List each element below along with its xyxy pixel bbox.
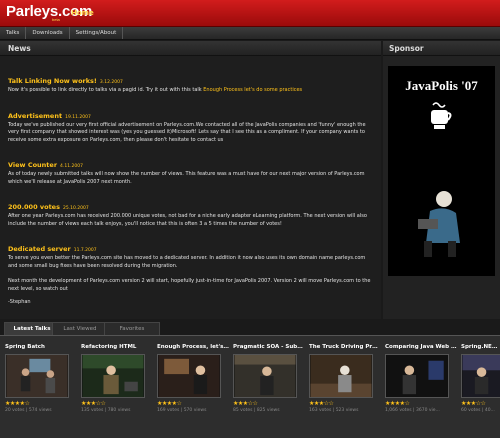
talk-card[interactable]: Refactoring HTML ★★★☆☆ 135 votes | 780 v… [81, 344, 153, 413]
talk-votes-views: 169 votes | 570 views [157, 408, 207, 413]
rating-stars: ★★★★☆ [5, 400, 30, 407]
sponsor-ad[interactable]: JavaPolis '07 [388, 66, 495, 276]
talk-votes-views: 85 votes | 825 views [233, 408, 280, 413]
home-link[interactable]: Home [71, 9, 94, 17]
talk-votes-views: 135 votes | 780 views [81, 408, 131, 413]
talk-title[interactable]: Comparing Java Web ... [385, 344, 457, 350]
talk-votes-views: 60 votes | 40... [461, 408, 495, 413]
news-item-title[interactable]: Talk Linking Now works! [8, 77, 97, 85]
talk-thumbnail[interactable] [385, 354, 449, 398]
talk-card[interactable]: Comparing Java Web ... ★★★★☆ 1,066 votes… [385, 344, 457, 413]
closing-text: Next month the development of Parleys.co… [8, 278, 371, 292]
signature: -Stephan [8, 299, 31, 305]
news-item-date: 4.11.2007 [60, 164, 83, 169]
talk-thumbnail[interactable] [233, 354, 297, 398]
news-item: View Counter 4.11.2007 As of today newly … [8, 152, 373, 186]
talks-strip: Spring Batch ★★★★☆ 20 votes | 574 views … [0, 335, 500, 438]
news-item-date: 19.11.2007 [65, 114, 91, 120]
talk-thumbnail[interactable] [157, 354, 221, 398]
tab-favorites[interactable]: Favorites [104, 322, 160, 335]
rating-stars: ★★★☆☆ [309, 400, 334, 407]
rating-stars: ★★★☆☆ [461, 400, 486, 407]
rating-stars: ★★★☆☆ [81, 400, 106, 407]
coffee-cup-icon [431, 102, 452, 129]
news-item-title[interactable]: 200.000 votes [8, 203, 60, 211]
beta-badge: beta [52, 17, 60, 22]
news-item-text: Now it's possible to link directly to ta… [8, 87, 303, 93]
sponsor-heading: Sponsor [383, 41, 500, 56]
news-heading: News [0, 41, 381, 56]
news-item-text: To serve you even better the Parleys.com… [8, 255, 366, 269]
talk-card[interactable]: Enough Process, let's d... ★★★★☆ 169 vot… [157, 344, 229, 413]
news-item-date: 3.12.2007 [99, 80, 123, 85]
news-closing: Next month the development of Parleys.co… [8, 278, 373, 307]
news-item: Advertisement 19.11.2007 Today we've publ… [8, 103, 373, 145]
top-bar: Parleys.com beta Home [0, 0, 500, 27]
talk-card[interactable]: Pragmatic SOA - Subst... ★★★☆☆ 85 votes … [233, 344, 305, 413]
news-item: 200.000 votes 25.10.2007 After one year P… [8, 194, 373, 228]
rating-stars: ★★★☆☆ [233, 400, 258, 407]
news-item-title[interactable]: Dedicated server [8, 245, 71, 253]
news-item-text: Today we've published our very first off… [8, 121, 366, 143]
talk-card[interactable]: The Truck Driving Pro... ★★★☆☆ 163 votes… [309, 344, 381, 413]
talk-thumbnail[interactable] [309, 354, 373, 398]
news-panel: News Talk Linking Now works! 3.12.2007 No… [0, 41, 381, 319]
speaker-photo [410, 181, 474, 261]
talk-title[interactable]: Spring.NET - ... [461, 344, 500, 350]
sponsor-ad-title: JavaPolis '07 [405, 78, 478, 93]
rating-stars: ★★★★☆ [157, 400, 182, 407]
talk-votes-views: 20 votes | 574 views [5, 408, 52, 413]
talk-link[interactable]: Enough Process let's do some practices [203, 87, 302, 93]
news-item-date: 25.10.2007 [62, 206, 89, 211]
nav-talks[interactable]: Talks [0, 27, 27, 39]
news-item-text: After one year Parleys.com has received … [8, 213, 367, 227]
talk-thumbnail[interactable] [461, 354, 500, 398]
talk-card[interactable]: Spring Batch ★★★★☆ 20 votes | 574 views [5, 344, 77, 413]
news-item-title[interactable]: Advertisement [8, 112, 62, 120]
news-body: Talk Linking Now works! 3.12.2007 Now it'… [0, 56, 381, 307]
talk-title[interactable]: The Truck Driving Pro... [309, 344, 381, 350]
news-item-text: As of today newly submitted talks will n… [8, 171, 365, 185]
talk-title[interactable]: Refactoring HTML [81, 344, 153, 350]
talk-title[interactable]: Pragmatic SOA - Subst... [233, 344, 305, 350]
nav-settings-about[interactable]: Settings/About [70, 27, 124, 39]
news-item: Talk Linking Now works! 3.12.2007 Now it'… [8, 68, 373, 95]
talk-thumbnail[interactable] [81, 354, 145, 398]
talk-votes-views: 1,066 votes | 3670 vie... [385, 408, 440, 413]
main-nav: Talks Downloads Settings/About [0, 27, 500, 40]
news-item: Dedicated server 11.7.2007 To serve you e… [8, 236, 373, 270]
tab-last-viewed[interactable]: Last Viewed [52, 322, 108, 335]
sponsor-panel: Sponsor JavaPolis '07 [383, 41, 500, 331]
news-item-date: 11.7.2007 [73, 248, 97, 253]
news-item-title[interactable]: View Counter [8, 161, 57, 169]
talk-thumbnail[interactable] [5, 354, 69, 398]
talk-votes-views: 163 votes | 523 views [309, 408, 359, 413]
rating-stars: ★★★★☆ [385, 400, 410, 407]
talk-card[interactable]: Spring.NET - ... ★★★☆☆ 60 votes | 40... [461, 344, 500, 413]
talk-title[interactable]: Spring Batch [5, 344, 77, 350]
nav-downloads[interactable]: Downloads [26, 27, 70, 39]
talks-tabs: Latest Talks Last Viewed Favorites [0, 319, 500, 335]
talk-title[interactable]: Enough Process, let's d... [157, 344, 229, 350]
